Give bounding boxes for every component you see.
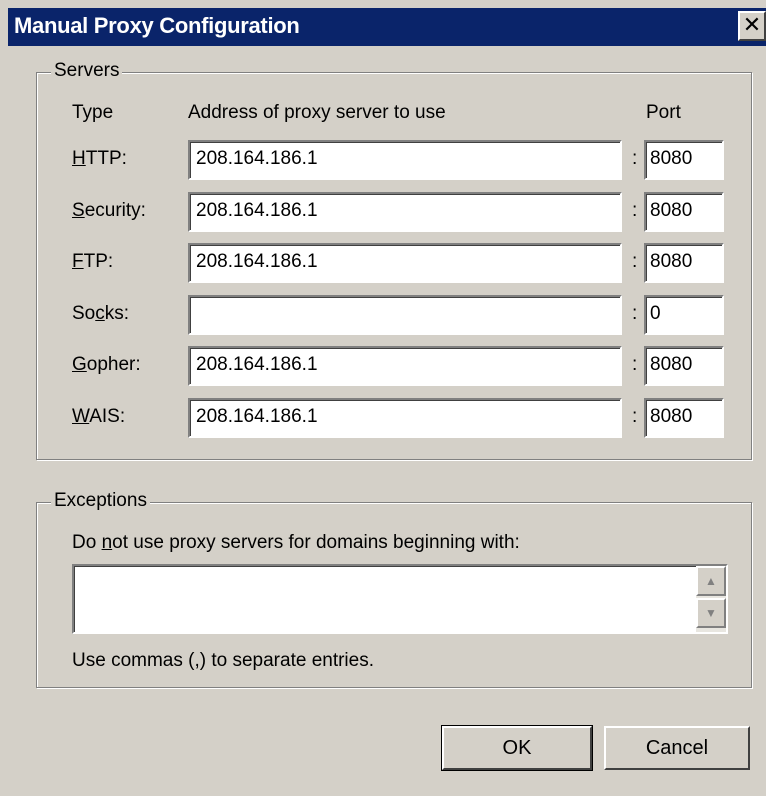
servers-group-label: Servers [51,60,123,82]
exceptions-prompt-pre: Do [72,532,102,553]
exceptions-group-label: Exceptions [51,490,150,512]
port-separator: : [632,148,638,169]
port-separator: : [632,200,638,221]
proxy-port-input[interactable]: 8080 [644,346,724,386]
window-title: Manual Proxy Configuration [14,13,300,38]
ok-button[interactable]: OK [441,725,593,771]
port-separator: : [632,406,638,427]
dialog-body: Servers Type Address of proxy server to … [8,46,766,796]
proxy-address-value: 208.164.186.1 [196,200,318,221]
proxy-address-input[interactable]: 208.164.186.1 [188,398,622,438]
proxy-type-label: WAIS: [72,406,125,428]
proxy-address-value: 208.164.186.1 [196,148,318,169]
proxy-type-label: FTP: [72,251,113,273]
scroll-up-button[interactable]: ▲ [696,566,726,596]
port-separator: : [632,354,638,375]
proxy-port-value: 8080 [650,200,693,221]
proxy-type-label-post: TTP: [85,148,127,169]
exceptions-prompt-post: ot use proxy servers for domains beginni… [112,532,520,553]
exceptions-prompt-key: n [101,532,113,553]
proxy-address-value: 208.164.186.1 [196,406,318,427]
proxy-port-value: 8080 [650,148,693,169]
proxy-type-label: HTTP: [72,148,127,170]
proxy-type-label-key: c [95,303,105,324]
exceptions-scrollbar[interactable]: ▲ ▼ [696,566,726,632]
proxy-type-label-key: H [72,148,86,169]
proxy-port-input[interactable]: 8080 [644,192,724,232]
proxy-address-input[interactable]: 208.164.186.1 [188,140,622,180]
scroll-down-button[interactable]: ▼ [696,598,726,628]
scroll-up-icon: ▲ [705,574,717,588]
proxy-type-label: Security: [72,200,146,222]
proxy-type-label-post: TP: [83,251,114,272]
port-header: Port [646,102,681,123]
proxy-address-value: 208.164.186.1 [196,354,318,375]
proxy-port-input[interactable]: 8080 [644,140,724,180]
proxy-port-input[interactable]: 8080 [644,398,724,438]
cancel-button[interactable]: Cancel [604,726,750,770]
proxy-port-input[interactable]: 8080 [644,243,724,283]
proxy-type-label-post: ecurity: [84,200,146,221]
close-button[interactable]: ✕ [738,11,766,41]
proxy-type-label-post: opher: [86,354,141,375]
port-separator: : [632,251,638,272]
proxy-type-label-key: G [72,354,87,375]
proxy-port-value: 0 [650,303,661,324]
type-header: Type [72,102,114,123]
proxy-type-label-pre: So [72,303,96,324]
proxy-type-label-key: W [72,406,90,427]
proxy-address-input[interactable] [188,295,622,335]
address-header: Address of proxy server to use [188,102,446,123]
port-separator: : [632,303,638,324]
proxy-port-value: 8080 [650,251,693,272]
proxy-address-value: 208.164.186.1 [196,251,318,272]
proxy-address-input[interactable]: 208.164.186.1 [188,346,622,386]
proxy-type-label-post: ks: [104,303,130,324]
proxy-port-input[interactable]: 0 [644,295,724,335]
proxy-port-value: 8080 [650,354,693,375]
proxy-address-input[interactable]: 208.164.186.1 [188,192,622,232]
proxy-type-label-post: AIS: [89,406,126,427]
proxy-type-label-key: S [72,200,85,221]
scroll-down-icon: ▼ [705,606,717,620]
exceptions-textarea[interactable]: ▲ ▼ [72,564,728,634]
proxy-type-label: Gopher: [72,354,141,376]
proxy-port-value: 8080 [650,406,693,427]
exceptions-hint: Use commas (,) to separate entries. [72,650,374,671]
proxy-type-label: Socks: [72,303,129,325]
exceptions-prompt: Do not use proxy servers for domains beg… [72,532,520,554]
proxy-config-dialog: Manual Proxy Configuration ✕ Servers Typ… [0,0,766,796]
proxy-type-label-key: F [72,251,84,272]
proxy-address-input[interactable]: 208.164.186.1 [188,243,622,283]
title-bar: Manual Proxy Configuration ✕ [8,8,766,46]
